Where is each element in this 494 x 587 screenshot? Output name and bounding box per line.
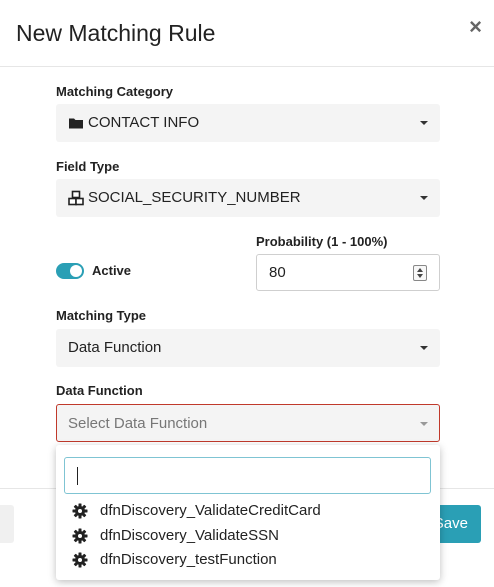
gear-icon — [72, 528, 88, 544]
chevron-down-icon — [420, 121, 428, 125]
gear-icon — [72, 503, 88, 519]
cubes-icon — [68, 190, 84, 206]
toggle-knob — [70, 265, 82, 277]
matching-category-select[interactable]: CONTACT INFO — [56, 104, 440, 142]
matching-category-label: Matching Category — [56, 84, 174, 99]
data-function-placeholder: Select Data Function — [68, 415, 208, 432]
field-type-label: Field Type — [56, 159, 120, 174]
matching-type-value: Data Function — [68, 339, 162, 356]
dropdown-option[interactable]: dfnDiscovery_ValidateSSN — [72, 526, 432, 546]
matching-type-label: Matching Type — [56, 308, 147, 323]
active-label: Active — [92, 263, 132, 278]
gear-icon — [72, 552, 88, 568]
new-matching-rule-modal: New Matching Rule × Matching Category CO… — [0, 0, 494, 587]
field-type-select[interactable]: SOCIAL_SECURITY_NUMBER — [56, 179, 440, 217]
field-type-value: SOCIAL_SECURITY_NUMBER — [88, 189, 301, 206]
dropdown-option-label: dfnDiscovery_ValidateCreditCard — [100, 502, 321, 519]
spin-down-icon — [417, 274, 423, 278]
folder-icon — [69, 118, 83, 129]
data-function-label: Data Function — [56, 383, 143, 398]
active-toggle[interactable] — [56, 263, 84, 279]
modal-title: New Matching Rule — [16, 20, 216, 46]
chevron-down-icon — [420, 346, 428, 350]
dropdown-search-input[interactable] — [64, 457, 431, 494]
spinner-icon[interactable] — [413, 265, 427, 281]
modal-header: New Matching Rule × — [0, 0, 494, 67]
dropdown-option[interactable]: dfnDiscovery_testFunction — [72, 550, 432, 570]
matching-type-select[interactable]: Data Function — [56, 329, 440, 367]
cancel-button[interactable] — [0, 505, 14, 543]
data-function-select[interactable]: Select Data Function — [56, 404, 440, 442]
matching-category-value: CONTACT INFO — [88, 114, 200, 131]
text-cursor — [77, 467, 78, 485]
spin-up-icon — [417, 268, 423, 272]
chevron-down-icon — [420, 422, 428, 426]
dropdown-option-label: dfnDiscovery_testFunction — [100, 551, 277, 568]
close-icon[interactable]: × — [469, 16, 482, 38]
probability-value: 80 — [269, 264, 286, 281]
data-function-dropdown: dfnDiscovery_ValidateCreditCard dfnDisco… — [56, 445, 440, 580]
dropdown-option-label: dfnDiscovery_ValidateSSN — [100, 527, 279, 544]
probability-input[interactable]: 80 — [256, 254, 440, 291]
chevron-down-icon — [420, 196, 428, 200]
probability-label: Probability (1 - 100%) — [256, 234, 388, 249]
dropdown-option[interactable]: dfnDiscovery_ValidateCreditCard — [72, 501, 432, 521]
